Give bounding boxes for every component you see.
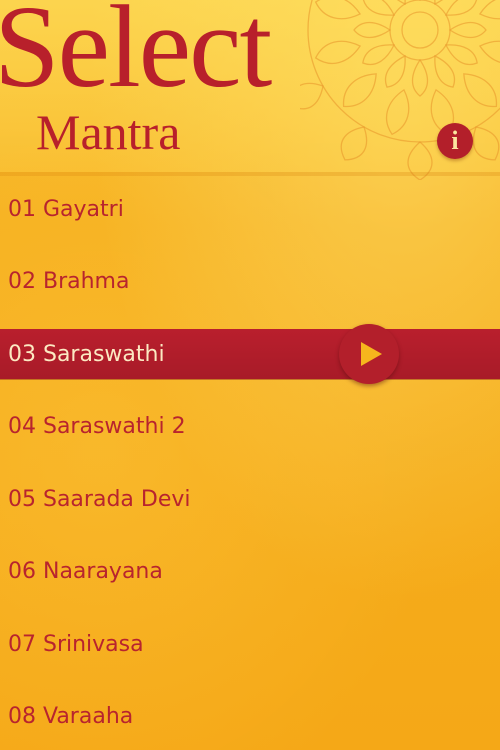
- mantra-select-screen: Select Mantra i 01 Gayatri 02 Brahma 03 …: [0, 0, 500, 750]
- mantra-item-srinivasa[interactable]: 07 Srinivasa: [0, 608, 500, 681]
- mantra-item-saraswathi-2[interactable]: 04 Saraswathi 2: [0, 391, 500, 464]
- info-icon: i: [451, 126, 459, 155]
- play-icon: [361, 342, 382, 366]
- play-button[interactable]: [339, 324, 399, 384]
- mantra-item-gayatri[interactable]: 01 Gayatri: [0, 173, 500, 246]
- mantra-item-saraswathi[interactable]: 03 Saraswathi: [0, 324, 500, 384]
- mantra-item-label: 01 Gayatri: [8, 196, 124, 222]
- mantra-item-label: 04 Saraswathi 2: [8, 414, 186, 440]
- mandala-decoration-icon: [300, 0, 500, 180]
- mantra-item-label: 03 Saraswathi: [8, 341, 165, 367]
- mantra-item-label: 08 Varaaha: [8, 704, 134, 730]
- mantra-list: 01 Gayatri 02 Brahma 03 Saraswathi 04 Sa…: [0, 173, 500, 750]
- mantra-item-naarayana[interactable]: 06 Naarayana: [0, 536, 500, 609]
- mantra-item-label: 05 Saarada Devi: [8, 486, 191, 512]
- mantra-item-saarada-devi[interactable]: 05 Saarada Devi: [0, 463, 500, 536]
- page-title: Select: [0, 0, 272, 112]
- mantra-item-varaaha[interactable]: 08 Varaaha: [0, 681, 500, 750]
- mantra-item-label: 06 Naarayana: [8, 559, 163, 585]
- mantra-item-brahma[interactable]: 02 Brahma: [0, 246, 500, 319]
- mantra-item-label: 02 Brahma: [8, 269, 130, 295]
- info-button[interactable]: i: [437, 123, 473, 159]
- header: Select Mantra i: [0, 0, 500, 180]
- page-subtitle: Mantra: [36, 104, 181, 160]
- mantra-item-label: 07 Srinivasa: [8, 631, 144, 657]
